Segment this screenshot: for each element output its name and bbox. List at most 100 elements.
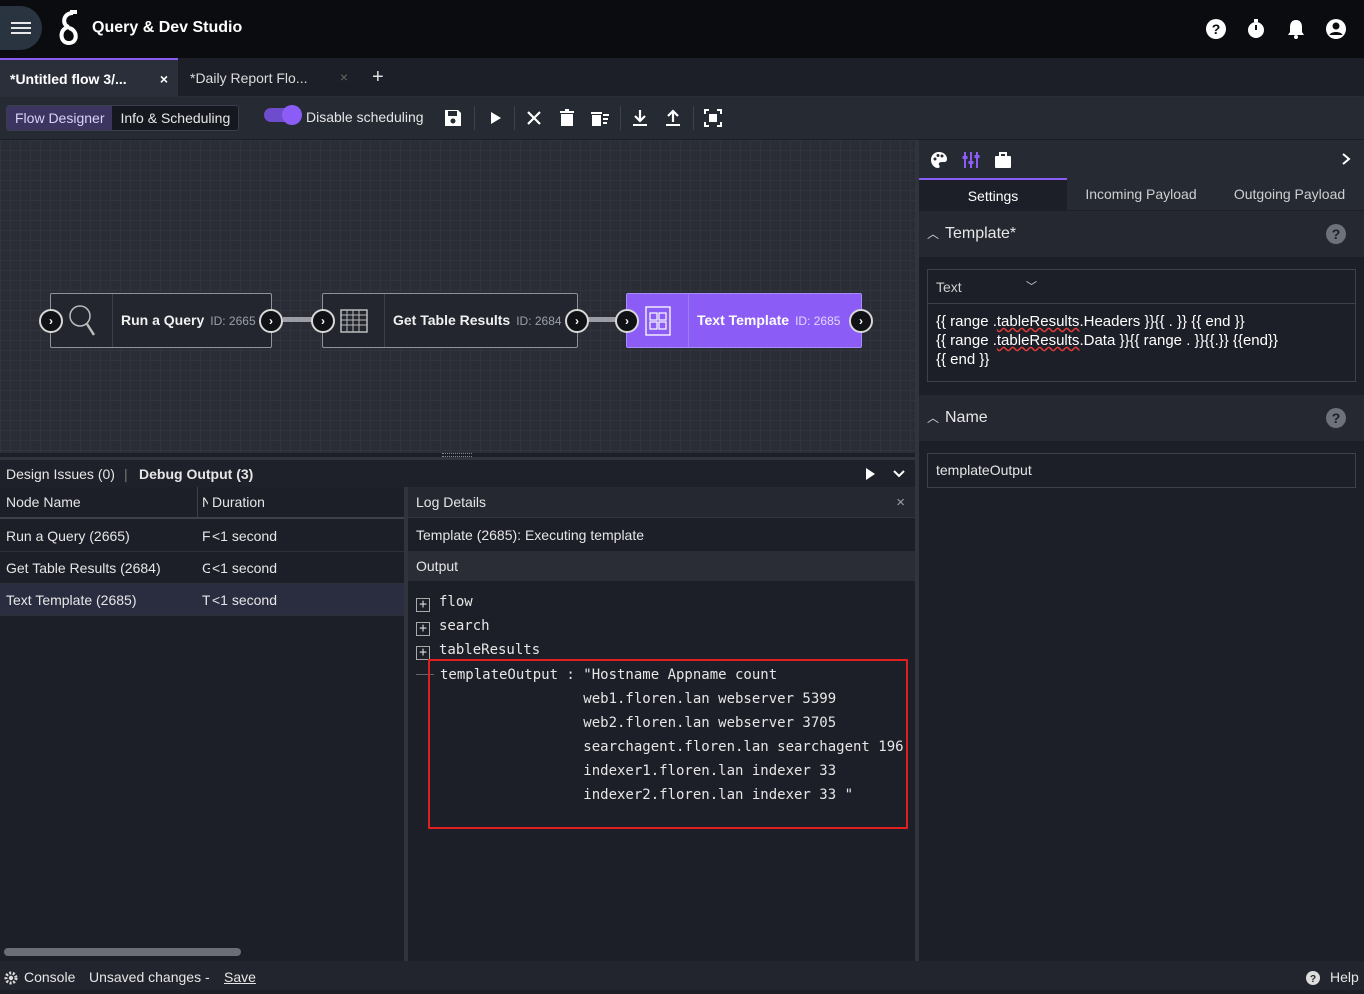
- toolbar: Flow Designer Info & Scheduling Disable …: [0, 97, 1364, 140]
- help-icon[interactable]: ?: [1326, 224, 1346, 244]
- column-duration[interactable]: Duration: [212, 487, 265, 517]
- close-icon[interactable]: ×: [160, 71, 168, 87]
- add-tab-button[interactable]: +: [362, 58, 390, 97]
- column-header: N Duration: [198, 487, 404, 519]
- tree-node-flow[interactable]: + flow: [416, 590, 473, 614]
- input-port[interactable]: ›: [311, 309, 335, 333]
- column-n[interactable]: N: [202, 487, 208, 517]
- tab-bar: *Untitled flow 3/... × *Daily Report Flo…: [0, 58, 1364, 97]
- output-port[interactable]: ›: [565, 309, 589, 333]
- debug-output-tab[interactable]: Debug Output (3): [139, 466, 253, 482]
- table-icon: [339, 308, 368, 333]
- menu-button[interactable]: [0, 6, 42, 50]
- palette-icon[interactable]: [929, 150, 949, 170]
- help-icon[interactable]: ?: [1326, 408, 1346, 428]
- help-link[interactable]: Help: [1330, 961, 1359, 994]
- chevron-up-icon: ︿: [927, 227, 940, 241]
- template-editor: Text ﹀ {{ range .tableResults.Headers }}…: [927, 269, 1356, 382]
- input-port[interactable]: ›: [39, 309, 63, 333]
- expand-icon[interactable]: +: [416, 646, 430, 660]
- log-message: Template (2685): Executing template: [416, 527, 645, 543]
- hamburger-icon: [11, 19, 31, 37]
- account-icon[interactable]: [1324, 17, 1348, 41]
- log-details-panel: Log Details × Template (2685): Executing…: [408, 487, 915, 961]
- panel-icon-bar: [919, 140, 1364, 178]
- output-port[interactable]: ›: [259, 309, 283, 333]
- flow-designer-button[interactable]: Flow Designer: [7, 106, 113, 130]
- info-scheduling-button[interactable]: Info & Scheduling: [112, 106, 238, 130]
- table-row-selected[interactable]: Text Template (2685) T <1 second: [0, 584, 404, 616]
- node-id: ID: 2684: [516, 314, 562, 328]
- expand-icon[interactable]: +: [416, 598, 430, 612]
- tab-outgoing-payload[interactable]: Outgoing Payload: [1215, 178, 1364, 210]
- briefcase-icon[interactable]: [993, 150, 1013, 170]
- download-icon[interactable]: [629, 107, 651, 129]
- tab-daily-report[interactable]: *Daily Report Flo... ×: [180, 58, 358, 97]
- template-section-header[interactable]: ︿ Template* ?: [919, 211, 1364, 257]
- top-bar: Query & Dev Studio ?: [0, 0, 1364, 58]
- toggle-knob[interactable]: [282, 105, 302, 125]
- upload-icon[interactable]: [662, 107, 684, 129]
- svg-text:?: ?: [1212, 21, 1221, 37]
- tab-incoming-payload[interactable]: Incoming Payload: [1067, 178, 1215, 210]
- template-line: {{ range .tableResults.Data }}{{ range .…: [936, 332, 1278, 349]
- chevron-right-icon[interactable]: [1339, 152, 1353, 166]
- node-get-table-results[interactable]: Get Table Results ID: 2684: [322, 293, 578, 348]
- tree-node-search[interactable]: + search: [416, 614, 490, 638]
- design-issues-tab[interactable]: Design Issues (0): [6, 466, 115, 482]
- node-run-a-query[interactable]: Run a Query ID: 2665: [50, 293, 272, 348]
- delete-icon[interactable]: [556, 107, 578, 129]
- unsaved-changes-label: Unsaved changes -: [89, 969, 210, 985]
- name-input[interactable]: templateOutput: [927, 453, 1356, 488]
- cancel-icon[interactable]: [523, 107, 545, 129]
- bell-icon[interactable]: [1284, 17, 1308, 41]
- table-row[interactable]: Get Table Results (2684) G <1 second: [0, 552, 404, 584]
- delete-all-icon[interactable]: [589, 107, 611, 129]
- tab-untitled-flow[interactable]: *Untitled flow 3/... ×: [0, 58, 178, 97]
- help-icon[interactable]: ?: [1204, 17, 1228, 41]
- status-bar: Console Unsaved changes - Save ? Help: [0, 961, 1364, 990]
- console-button[interactable]: Console: [24, 961, 75, 994]
- close-icon[interactable]: ×: [340, 69, 348, 85]
- expand-icon[interactable]: +: [416, 622, 430, 636]
- fit-screen-icon[interactable]: [702, 107, 724, 129]
- save-icon[interactable]: [442, 107, 464, 129]
- tab-label: *Untitled flow 3/...: [10, 70, 127, 87]
- column-node-name[interactable]: Node Name: [0, 487, 198, 519]
- chevron-down-icon: ﹀: [1026, 281, 1037, 293]
- input-port[interactable]: ›: [615, 309, 639, 333]
- template-type-select[interactable]: Text ﹀: [928, 270, 1355, 304]
- play-icon[interactable]: [862, 466, 878, 482]
- name-section-header[interactable]: ︿ Name ?: [919, 395, 1364, 441]
- sliders-icon[interactable]: [961, 150, 981, 170]
- log-details-header: Log Details ×: [408, 487, 915, 518]
- template-icon: [644, 305, 671, 336]
- svg-text:?: ?: [1310, 974, 1316, 985]
- gear-icon[interactable]: [4, 971, 18, 985]
- chevron-down-icon[interactable]: [891, 466, 907, 482]
- close-icon[interactable]: ×: [896, 487, 905, 518]
- bottom-panel-header: Design Issues (0) | Debug Output (3): [0, 457, 915, 487]
- node-text-template[interactable]: Text Template ID: 2685: [626, 293, 862, 348]
- view-switcher: Flow Designer Info & Scheduling: [6, 105, 240, 131]
- table-row[interactable]: Run a Query (2665) F <1 second: [0, 520, 404, 552]
- template-section-title: Template*: [945, 225, 1017, 242]
- debug-nodes-table: Node Name N Duration Run a Query (2665) …: [0, 487, 404, 961]
- node-id: ID: 2685: [795, 314, 841, 328]
- log-details-title: Log Details: [416, 494, 487, 510]
- node-id: ID: 2665: [210, 314, 256, 328]
- template-line: {{ range .tableResults.Headers }}{{ . }}…: [936, 313, 1245, 330]
- node-name: Run a Query: [121, 312, 205, 328]
- timer-icon[interactable]: [1244, 17, 1268, 41]
- help-icon[interactable]: ?: [1305, 970, 1321, 986]
- play-icon[interactable]: [484, 107, 506, 129]
- template-textarea[interactable]: {{ range .tableResults.Headers }}{{ . }}…: [936, 312, 1278, 369]
- horizontal-scrollbar[interactable]: [4, 948, 241, 956]
- template-line: {{ end }}: [936, 351, 990, 368]
- save-link[interactable]: Save: [224, 961, 256, 994]
- search-icon: [68, 304, 95, 336]
- output-port[interactable]: ›: [849, 309, 873, 333]
- node-name: Text Template: [697, 312, 790, 328]
- tab-settings[interactable]: Settings: [919, 178, 1067, 210]
- flow-canvas[interactable]: Run a Query ID: 2665 › › Get Table Result…: [0, 140, 915, 453]
